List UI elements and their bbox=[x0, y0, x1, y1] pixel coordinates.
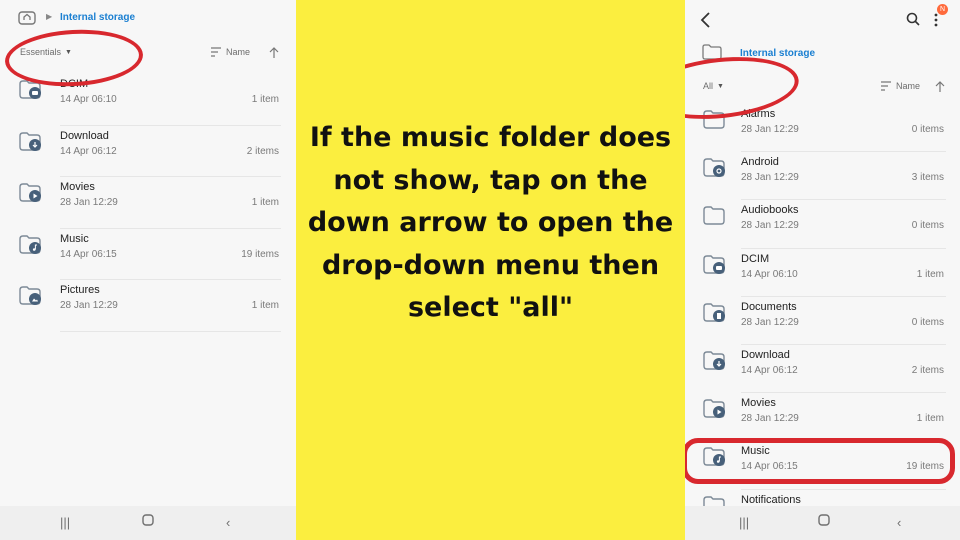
folder-item-count: 1 item bbox=[251, 197, 279, 209]
search-icon[interactable] bbox=[906, 12, 920, 26]
folder-name: DCIM bbox=[741, 252, 770, 265]
folder-date: 28 Jan 12:29 bbox=[60, 197, 118, 209]
folder-name: Movies bbox=[741, 397, 776, 410]
movies-folder-icon bbox=[19, 182, 43, 209]
folder-date: 14 Apr 06:12 bbox=[741, 365, 798, 376]
more-options-icon[interactable] bbox=[933, 12, 939, 28]
sort-by-name[interactable]: Name bbox=[210, 47, 250, 57]
folder-name: Pictures bbox=[60, 284, 100, 297]
settings-folder-icon bbox=[703, 157, 727, 184]
home-button-icon[interactable] bbox=[818, 514, 830, 529]
folder-item-count: 1 item bbox=[916, 268, 944, 280]
folder-name: Movies bbox=[60, 181, 95, 194]
highlight-music-folder bbox=[685, 438, 955, 484]
folder-date: 28 Jan 12:29 bbox=[741, 316, 799, 328]
back-button-icon[interactable]: ‹ bbox=[897, 515, 901, 530]
folder-item-count: 2 items bbox=[246, 145, 279, 157]
music-folder-icon bbox=[19, 234, 43, 261]
folder-row-audiobooks[interactable]: Audiobooks 28 Jan 12:29 0 items bbox=[685, 200, 960, 249]
camera-folder-icon bbox=[703, 254, 727, 281]
folder-item-count: 1 item bbox=[916, 413, 944, 425]
folder-date: 14 Apr 06:10 bbox=[60, 94, 117, 105]
recent-apps-icon[interactable]: ||| bbox=[739, 515, 749, 530]
document-folder-icon bbox=[703, 302, 727, 329]
sort-direction-icon[interactable] bbox=[269, 47, 279, 59]
recent-apps-icon[interactable]: ||| bbox=[60, 515, 70, 530]
sort-by-name[interactable]: Name bbox=[880, 81, 920, 91]
notification-badge-label: N bbox=[939, 6, 946, 13]
download-folder-icon bbox=[703, 350, 727, 377]
folder-row-android[interactable]: Android 28 Jan 12:29 3 items bbox=[685, 152, 960, 201]
breadcrumb-internal-storage[interactable]: Internal storage bbox=[60, 12, 135, 23]
folder-item-count: 0 items bbox=[911, 124, 944, 135]
sort-direction-icon[interactable] bbox=[935, 81, 945, 93]
folder-icon bbox=[703, 205, 727, 232]
folder-name: Download bbox=[741, 349, 790, 361]
folder-item-count: 1 item bbox=[251, 300, 279, 312]
left-phone-screen: ▶ Internal storage Essentials ▼ Name DCI… bbox=[0, 0, 296, 540]
instruction-panel: If the music folder does not show, tap o… bbox=[296, 0, 685, 540]
folder-name: Download bbox=[60, 129, 109, 142]
notification-badge: N bbox=[937, 4, 948, 15]
navigation-bar: ||| ‹ bbox=[685, 506, 960, 540]
folder-name: Audiobooks bbox=[741, 204, 799, 217]
pictures-folder-icon bbox=[19, 285, 43, 312]
folder-row-documents[interactable]: Documents 28 Jan 12:29 0 items bbox=[685, 297, 960, 345]
folder-date: 28 Jan 12:29 bbox=[741, 172, 799, 184]
home-icon[interactable] bbox=[18, 9, 36, 30]
folder-name: Notifications bbox=[741, 493, 801, 506]
folder-item-count: 2 items bbox=[911, 365, 944, 376]
row-divider bbox=[60, 330, 281, 332]
navigation-bar: ||| ‹ bbox=[0, 506, 296, 540]
folder-row-music[interactable]: Music 14 Apr 06:15 19 items bbox=[0, 229, 296, 281]
folder-date: 28 Jan 12:29 bbox=[60, 300, 118, 312]
folder-date: 14 Apr 06:12 bbox=[60, 145, 117, 157]
folder-row-download[interactable]: Download 14 Apr 06:12 2 items bbox=[685, 345, 960, 394]
instruction-text: If the music folder does not show, tap o… bbox=[307, 122, 674, 323]
folder-date: 28 Jan 12:29 bbox=[741, 413, 799, 425]
right-phone-screen: N Internal storage All ▼ Name Alarms 28 J… bbox=[685, 0, 960, 540]
folder-date: 14 Apr 06:15 bbox=[60, 248, 117, 260]
folder-item-count: 3 items bbox=[911, 172, 944, 184]
folder-row-movies[interactable]: Movies 28 Jan 12:29 1 item bbox=[0, 177, 296, 229]
folder-row-download[interactable]: Download 14 Apr 06:12 2 items bbox=[0, 126, 296, 178]
folder-item-count: 19 items bbox=[241, 248, 279, 260]
folder-row-movies[interactable]: Movies 28 Jan 12:29 1 item bbox=[685, 393, 960, 442]
download-folder-icon bbox=[19, 131, 43, 158]
sort-label: Name bbox=[896, 81, 921, 91]
back-arrow-icon[interactable] bbox=[700, 12, 712, 28]
folder-item-count: 1 item bbox=[251, 94, 279, 105]
folder-item-count: 0 items bbox=[911, 316, 944, 328]
breadcrumb-arrow-icon: ▶ bbox=[46, 12, 53, 21]
sort-label: Name bbox=[226, 47, 251, 57]
folder-name: Android bbox=[741, 156, 779, 169]
folder-name: Documents bbox=[741, 300, 797, 313]
folder-name: Music bbox=[60, 232, 89, 245]
folder-date: 28 Jan 12:29 bbox=[741, 124, 799, 135]
sort-icon bbox=[211, 47, 221, 57]
folder-date: 14 Apr 06:10 bbox=[741, 268, 798, 280]
back-button-icon[interactable]: ‹ bbox=[226, 515, 230, 530]
movies-folder-icon bbox=[703, 398, 727, 425]
folder-row-pictures[interactable]: Pictures 28 Jan 12:29 1 item bbox=[0, 280, 296, 332]
folder-row-dcim[interactable]: DCIM 14 Apr 06:10 1 item bbox=[685, 249, 960, 297]
sort-icon bbox=[881, 81, 891, 91]
folder-item-count: 0 items bbox=[911, 220, 944, 232]
folder-date: 28 Jan 12:29 bbox=[741, 220, 799, 232]
home-button-icon[interactable] bbox=[142, 514, 154, 529]
